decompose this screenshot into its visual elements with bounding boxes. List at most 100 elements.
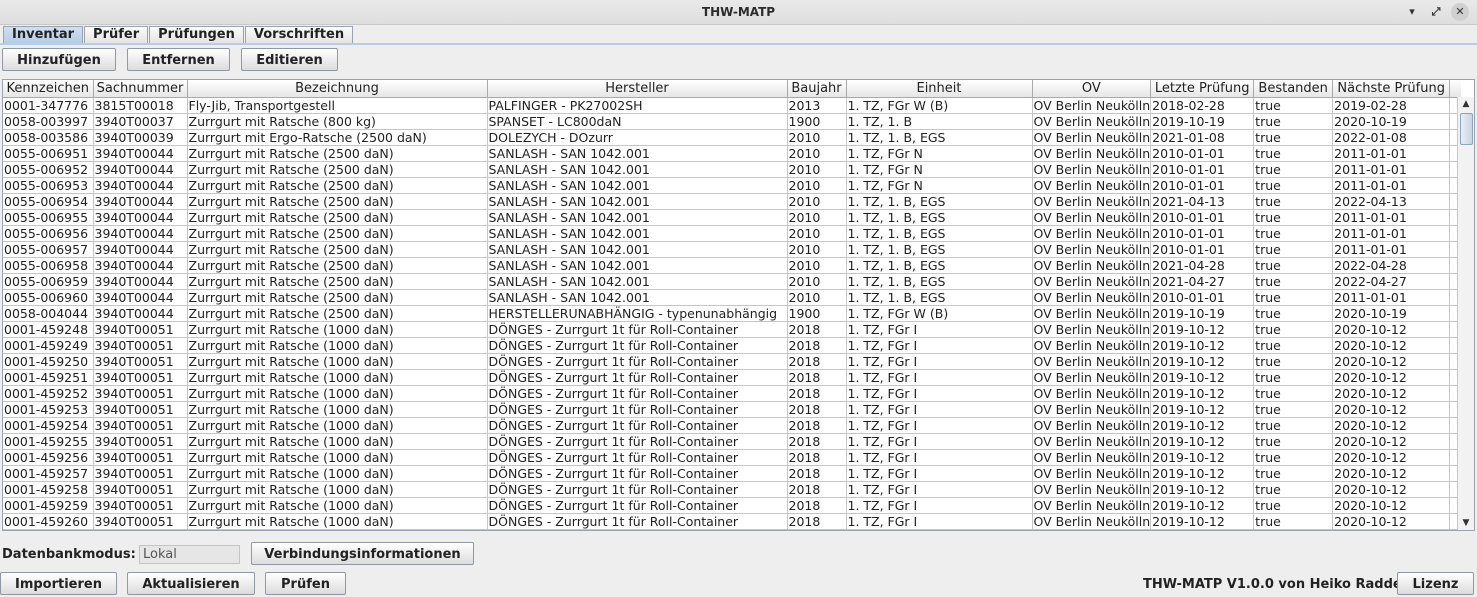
table-row[interactable]: 0055-006955 3940T00044 Zurrgurt mit Ratsch…	[3, 209, 1461, 226]
scroll-thumb[interactable]	[1460, 113, 1473, 145]
table-cell: Zurrgurt mit Ratsche (1000 daN)	[187, 465, 488, 482]
table-cell: 2020-10-12	[1332, 497, 1451, 514]
scroll-down-icon[interactable]: ▼	[1458, 516, 1474, 530]
add-button[interactable]: Hinzufügen	[2, 48, 116, 71]
table-cell: true	[1253, 369, 1334, 386]
maximize-icon[interactable]: ⤢	[1427, 3, 1445, 21]
table-cell: Fly-Jib, Transportgestell	[187, 97, 488, 114]
table-cell: Zurrgurt mit Ratsche (1000 daN)	[187, 513, 488, 530]
import-button[interactable]: Importieren	[0, 572, 117, 595]
table-row[interactable]: 0055-006952 3940T00044 Zurrgurt mit Ratsch…	[3, 161, 1461, 178]
table-cell: 2010-01-01	[1150, 289, 1255, 306]
table-cell: 1. TZ, FGr I	[846, 417, 1033, 434]
table-cell: 3940T00044	[93, 193, 188, 210]
table-cell: 3940T00044	[93, 289, 188, 306]
table-cell: OV Berlin Neukölln	[1032, 145, 1152, 162]
table-row[interactable]: 0001-459256 3940T00051 Zurrgurt mit Ratsch…	[3, 449, 1461, 466]
table-cell: 2018	[787, 401, 847, 418]
table-cell: 3815T00018	[93, 97, 188, 114]
table-row[interactable]: 0001-459248 3940T00051 Zurrgurt mit Ratsch…	[3, 321, 1461, 338]
table-cell: 2018	[787, 465, 847, 482]
table-cell: 0001-459248	[3, 321, 94, 338]
column-header[interactable]: Kennzeichen	[3, 80, 94, 98]
vertical-scrollbar[interactable]: ▲ ▼	[1457, 97, 1474, 530]
connection-info-button[interactable]: Verbindungsinformationen	[251, 542, 474, 565]
table-row[interactable]: 0055-006960 3940T00044 Zurrgurt mit Ratsch…	[3, 289, 1461, 306]
edit-button[interactable]: Editieren	[241, 48, 338, 71]
table-cell: 0055-006957	[3, 241, 94, 258]
column-header[interactable]: Einheit	[846, 80, 1033, 98]
table-cell: OV Berlin Neukölln	[1032, 369, 1152, 386]
table-row[interactable]: 0055-006959 3940T00044 Zurrgurt mit Ratsch…	[3, 273, 1461, 290]
table-row[interactable]: 0055-006954 3940T00044 Zurrgurt mit Ratsch…	[3, 193, 1461, 210]
table-row[interactable]: 0001-459257 3940T00051 Zurrgurt mit Ratsch…	[3, 465, 1461, 482]
scroll-up-icon[interactable]: ▲	[1458, 97, 1474, 111]
table-row[interactable]: 0001-459253 3940T00051 Zurrgurt mit Ratsch…	[3, 401, 1461, 418]
table-cell: true	[1253, 289, 1334, 306]
table-cell: 0001-459257	[3, 465, 94, 482]
column-header[interactable]: Hersteller	[487, 80, 788, 98]
table-row[interactable]: 0055-006951 3940T00044 Zurrgurt mit Ratsch…	[3, 145, 1461, 162]
table-row[interactable]: 0001-459258 3940T00051 Zurrgurt mit Ratsch…	[3, 481, 1461, 498]
table-row[interactable]: 0058-004044 3940T00044 Zurrgurt mit Ratsch…	[3, 305, 1461, 322]
table-row[interactable]: 0001-459259 3940T00051 Zurrgurt mit Ratsch…	[3, 497, 1461, 514]
remove-button[interactable]: Entfernen	[127, 48, 230, 71]
table-row[interactable]: 0058-003997 3940T00037 Zurrgurt mit Ratsch…	[3, 113, 1461, 130]
minimize-icon[interactable]: ▾	[1403, 3, 1421, 21]
table-cell: 1. TZ, FGr I	[846, 385, 1033, 402]
table-cell: 2019-10-12	[1150, 513, 1255, 530]
table-cell: 0001-459250	[3, 353, 94, 370]
column-header[interactable]: Baujahr	[787, 80, 847, 98]
column-header[interactable]: OV	[1032, 80, 1152, 98]
table-row[interactable]: 0001-347776 3815T00018 Fly-Jib, Transportg…	[3, 97, 1461, 114]
table-cell: OV Berlin Neukölln	[1032, 209, 1152, 226]
table-cell: Zurrgurt mit Ratsche (2500 daN)	[187, 257, 488, 274]
table-cell: Zurrgurt mit Ratsche (1000 daN)	[187, 353, 488, 370]
column-header[interactable]: Nächste Prüfung	[1332, 80, 1451, 98]
table-row[interactable]: 0055-006957 3940T00044 Zurrgurt mit Ratsch…	[3, 241, 1461, 258]
table-row[interactable]: 0001-459255 3940T00051 Zurrgurt mit Ratsch…	[3, 433, 1461, 450]
table-cell: true	[1253, 241, 1334, 258]
table-row[interactable]: 0001-459250 3940T00051 Zurrgurt mit Ratsch…	[3, 353, 1461, 370]
tab-inventar[interactable]: Inventar	[3, 26, 84, 43]
close-icon[interactable]: ✕	[1451, 3, 1469, 21]
refresh-button[interactable]: Aktualisieren	[127, 572, 255, 595]
table-row[interactable]: 0001-459260 3940T00051 Zurrgurt mit Ratsch…	[3, 513, 1461, 530]
table-cell: 1. TZ, 1. B, EGS	[846, 241, 1033, 258]
table-cell: DÖNGES - Zurrgurt 1t für Roll-Container	[487, 385, 788, 402]
column-header[interactable]: Bezeichnung	[187, 80, 488, 98]
table-cell: 2019-10-12	[1150, 369, 1255, 386]
table-cell: true	[1253, 481, 1334, 498]
table-cell: 2019-10-12	[1150, 497, 1255, 514]
table-row[interactable]: 0058-003586 3940T00039 Zurrgurt mit Ergo-R…	[3, 129, 1461, 146]
tab-pruefungen[interactable]: Prüfungen	[149, 26, 244, 43]
table-cell: 2020-10-12	[1332, 321, 1451, 338]
tab-vorschriften[interactable]: Vorschriften	[244, 26, 354, 43]
table-cell: Zurrgurt mit Ratsche (2500 daN)	[187, 145, 488, 162]
table-row[interactable]: 0001-459251 3940T00051 Zurrgurt mit Ratsch…	[3, 369, 1461, 386]
table-cell: SANLASH - SAN 1042.001	[487, 145, 788, 162]
table-cell: Zurrgurt mit Ratsche (1000 daN)	[187, 369, 488, 386]
table-cell: Zurrgurt mit Ratsche (2500 daN)	[187, 305, 488, 322]
table-row[interactable]: 0055-006953 3940T00044 Zurrgurt mit Ratsch…	[3, 177, 1461, 194]
table-cell: 2018	[787, 353, 847, 370]
table-row[interactable]: 0001-459249 3940T00051 Zurrgurt mit Ratsch…	[3, 337, 1461, 354]
table-cell: 2020-10-12	[1332, 513, 1451, 530]
table-cell: SANLASH - SAN 1042.001	[487, 177, 788, 194]
column-header[interactable]: Letzte Prüfung	[1150, 80, 1255, 98]
column-header[interactable]: Bestanden	[1253, 80, 1334, 98]
table-cell: 3940T00051	[93, 449, 188, 466]
table-cell: true	[1253, 449, 1334, 466]
table-cell: true	[1253, 225, 1334, 242]
check-button[interactable]: Prüfen	[265, 572, 346, 595]
inventory-table[interactable]: Kennzeichen Sachnummer Bezeichnung Herstell…	[2, 79, 1475, 531]
tab-pruefer[interactable]: Prüfer	[84, 26, 149, 43]
table-row[interactable]: 0001-459252 3940T00051 Zurrgurt mit Ratsch…	[3, 385, 1461, 402]
table-cell: Zurrgurt mit Ratsche (2500 daN)	[187, 289, 488, 306]
table-row[interactable]: 0001-459254 3940T00051 Zurrgurt mit Ratsch…	[3, 417, 1461, 434]
license-button[interactable]: Lizenz	[1397, 572, 1474, 595]
table-cell: 0055-006960	[3, 289, 94, 306]
column-header[interactable]: Sachnummer	[93, 80, 188, 98]
table-row[interactable]: 0055-006956 3940T00044 Zurrgurt mit Ratsch…	[3, 225, 1461, 242]
table-row[interactable]: 0055-006958 3940T00044 Zurrgurt mit Ratsch…	[3, 257, 1461, 274]
